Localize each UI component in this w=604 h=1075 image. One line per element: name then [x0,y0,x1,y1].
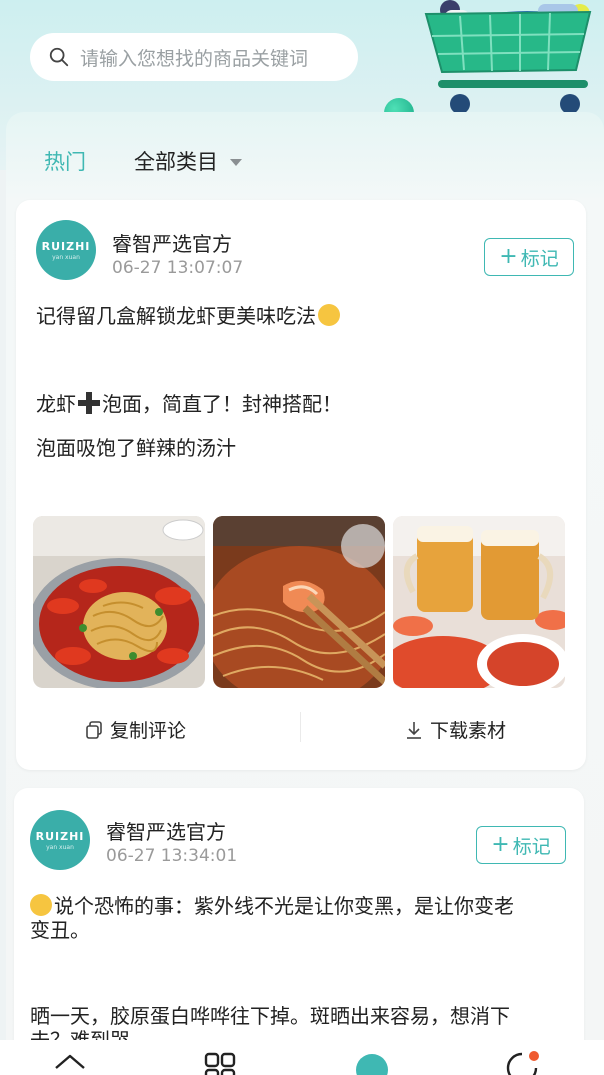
tab-hot[interactable]: 热门 [44,146,86,176]
post-image-crawfish-chopsticks[interactable] [213,516,385,688]
category-bar: 热门 全部类目 [44,146,242,176]
download-icon [407,721,421,739]
action-divider [300,712,301,742]
avatar-logo-text: RUIZHI [35,829,85,843]
post-text: 记得留几盒解锁龙虾更美味吃法 [36,304,316,328]
post-text: 泡面吸饱了鲜辣的汤汁 [36,436,236,460]
post-text-line: 变丑。 [30,914,90,943]
search-placeholder: 请输入您想找的商品关键词 [80,47,309,70]
post-text: 变丑。 [30,918,90,942]
heavy-plus-emoji-icon [78,392,100,414]
mark-button[interactable]: + 标记 [484,238,574,276]
caret-down-icon[interactable] [230,158,242,166]
post-text-line: 记得留几盒解锁龙虾更美味吃法 [36,300,340,329]
post-text-line: 说个恐怖的事：紫外线不光是让你变黑，是让你变老 [30,890,514,919]
category-icon[interactable] [202,1050,238,1075]
search-bar[interactable]: 请输入您想找的商品关键词 [30,33,358,81]
avatar[interactable]: RUIZHI yan xuan [30,810,90,870]
post-text-line: 龙虾 泡面，简直了！封神搭配！ [36,388,342,417]
author-name: 睿智严选官方 [106,820,226,844]
discover-icon[interactable] [354,1050,390,1075]
author-name: 睿智严选官方 [112,232,232,256]
post-image-crawfish-noodle-pot[interactable] [33,516,205,688]
search-icon [49,47,69,67]
crying-face-emoji-icon [30,894,52,916]
mark-label: 标记 [512,835,551,858]
avatar-logo-text: RUIZHI [41,239,91,253]
post-card: RUIZHI yan xuan 睿智严选官方 06-27 13:07:07 + … [16,200,586,770]
avatar-logo-subtext: yan xuan [46,843,74,851]
copy-comment-button[interactable]: 复制评论 [84,716,186,743]
post-text: 说个恐怖的事：紫外线不光是让你变黑，是让你变老 [54,894,514,918]
post-time: 06-27 13:34:01 [106,846,238,866]
avatar[interactable]: RUIZHI yan xuan [36,220,96,280]
post-text: 泡面，简直了！封神搭配！ [102,392,342,416]
message-icon[interactable] [504,1050,540,1075]
shopping-cart-illustration-icon [424,0,592,114]
mark-label: 标记 [520,247,559,270]
post-card: RUIZHI yan xuan 睿智严选官方 06-27 13:34:01 + … [14,788,584,1075]
plus-icon: + [491,832,510,857]
post-text-line: 泡面吸饱了鲜辣的汤汁 [36,432,236,461]
download-material-button[interactable]: 下载素材 [404,716,506,743]
bottom-nav [0,1040,604,1075]
post-image-beer-and-crawfish[interactable] [393,516,565,688]
copy-icon [86,720,102,739]
tab-all-categories[interactable]: 全部类目 [134,146,218,176]
post-time: 06-27 13:07:07 [112,258,244,278]
home-icon[interactable] [52,1050,88,1075]
plus-icon: + [499,244,518,269]
post-text: 龙虾 [36,392,76,416]
download-material-label: 下载素材 [430,720,507,742]
mark-button[interactable]: + 标记 [476,826,566,864]
drooling-face-emoji-icon [318,304,340,326]
avatar-logo-subtext: yan xuan [52,253,80,261]
copy-comment-label: 复制评论 [110,720,187,742]
